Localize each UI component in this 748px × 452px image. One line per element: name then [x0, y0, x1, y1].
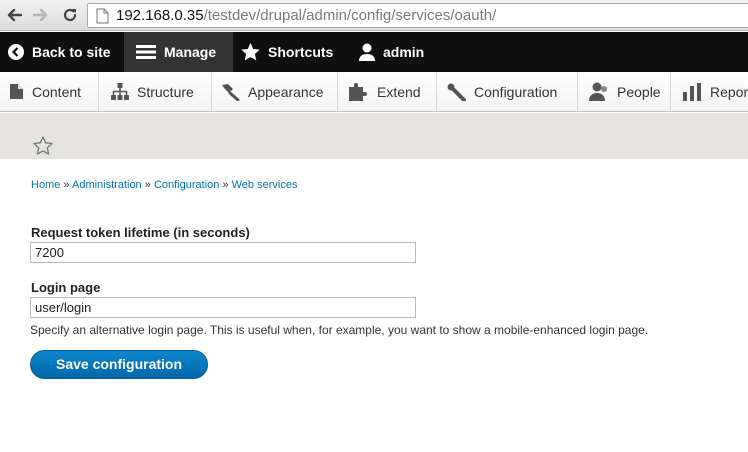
wrench-icon	[447, 83, 466, 101]
star-icon	[241, 43, 260, 61]
address-bar[interactable]: 192.168.0.35/testdev/drupal/admin/config…	[87, 3, 748, 28]
file-icon	[10, 84, 23, 99]
tray-item-structure[interactable]: Structure	[111, 72, 194, 111]
bar-chart-icon	[683, 82, 701, 101]
tray-divider	[577, 72, 578, 111]
back-to-site-link[interactable]: Back to site	[8, 32, 111, 72]
manage-tray: Content Structure Appearance Extend Conf…	[0, 72, 748, 112]
people-icon	[589, 82, 607, 101]
tray-item-label: People	[617, 83, 661, 100]
add-shortcut-star-icon[interactable]	[33, 136, 53, 159]
tray-item-label: Content	[32, 83, 82, 100]
save-configuration-button[interactable]: Save configuration	[30, 350, 208, 379]
forward-arrow-icon[interactable]	[31, 4, 51, 26]
tray-item-appearance[interactable]: Appearance	[221, 72, 324, 111]
browser-bar: 192.168.0.35/testdev/drupal/admin/config…	[0, 0, 748, 31]
breadcrumb: Home » Administration » Configuration » …	[31, 178, 297, 192]
breadcrumb-home[interactable]: Home	[31, 179, 60, 191]
token-lifetime-input[interactable]: 7200	[30, 242, 416, 263]
login-page-label: Login page	[31, 280, 101, 295]
login-page-input[interactable]: user/login	[30, 297, 416, 318]
manage-tab[interactable]: Manage	[124, 32, 233, 72]
url-host: 192.168.0.35	[116, 7, 204, 24]
page-header	[0, 113, 748, 159]
user-tab[interactable]: admin	[359, 32, 424, 72]
tray-divider	[670, 72, 671, 111]
url-text: 192.168.0.35/testdev/drupal/admin/config…	[116, 7, 496, 24]
breadcrumb-separator: »	[63, 179, 70, 191]
tray-item-label: Appearance	[248, 83, 324, 100]
tray-item-reports[interactable]: Reports	[683, 72, 748, 111]
puzzle-icon	[349, 82, 367, 101]
tray-item-label: Configuration	[474, 83, 558, 100]
sitemap-icon	[111, 83, 129, 100]
manage-label: Manage	[164, 44, 217, 60]
tray-item-label: Reports	[710, 83, 748, 100]
back-circle-icon	[8, 44, 24, 60]
url-path: /testdev/drupal/admin/config/services/oa…	[203, 7, 497, 24]
back-arrow-icon[interactable]	[4, 4, 24, 26]
reload-icon[interactable]	[60, 4, 80, 26]
menu-icon	[136, 45, 156, 59]
user-label: admin	[383, 44, 425, 60]
tray-divider	[436, 72, 437, 111]
breadcrumb-web-services[interactable]: Web services	[232, 179, 298, 191]
breadcrumb-separator: »	[144, 179, 151, 191]
tray-item-configuration[interactable]: Configuration	[447, 72, 557, 111]
shortcuts-tab[interactable]: Shortcuts	[241, 32, 333, 72]
token-lifetime-label: Request token lifetime (in seconds)	[31, 225, 250, 240]
user-icon	[359, 43, 375, 61]
tray-item-content[interactable]: Content	[9, 72, 81, 111]
breadcrumb-separator: »	[222, 179, 229, 191]
back-to-site-label: Back to site	[32, 44, 111, 60]
paintbrush-icon	[222, 83, 240, 101]
tray-item-extend[interactable]: Extend	[348, 72, 421, 111]
page-icon	[96, 8, 109, 28]
breadcrumb-configuration[interactable]: Configuration	[154, 179, 219, 191]
tray-item-people[interactable]: People	[589, 72, 661, 111]
tray-divider	[211, 72, 212, 111]
login-page-description: Specify an alternative login page. This …	[30, 323, 649, 337]
tray-divider	[337, 72, 338, 111]
breadcrumb-administration[interactable]: Administration	[72, 179, 142, 191]
tray-divider	[98, 72, 99, 111]
tray-item-label: Structure	[137, 83, 194, 100]
shortcuts-label: Shortcuts	[268, 44, 334, 60]
tray-item-label: Extend	[377, 83, 421, 100]
admin-toolbar: Back to site Manage Shortcuts admin	[0, 32, 748, 72]
